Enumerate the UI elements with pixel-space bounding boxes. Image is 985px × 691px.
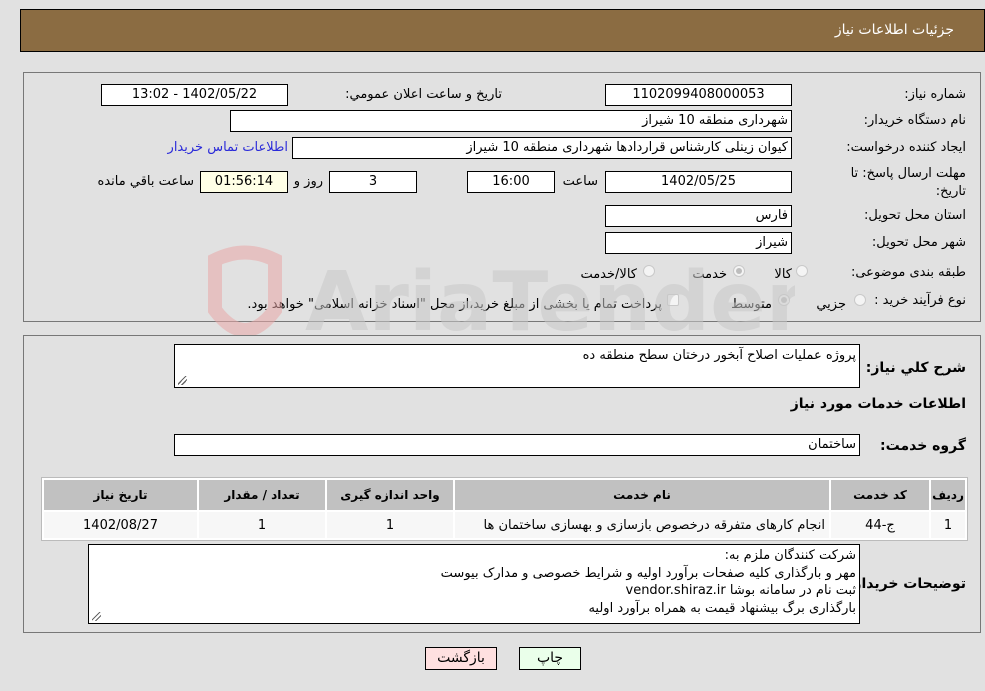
process-option-small: جزيي: [816, 297, 846, 312]
category-option-service: خدمت: [692, 267, 727, 282]
buyer-notes-label: توضيحات خريدار:: [847, 576, 966, 592]
deadline-time-label: ساعت: [562, 174, 598, 189]
treasury-note: پرداخت تمام یا بخشی از مبلغ خرید،از محل …: [247, 297, 662, 312]
cell-unit: 1: [327, 512, 453, 538]
creator-field: کیوان زینلی کارشناس قراردادها شهرداری من…: [292, 137, 792, 159]
process-option-medium: متوسط: [731, 297, 772, 312]
buyer-notes-line: شرکت کنندگان ملزم به:: [724, 548, 856, 563]
services-table-header: رديف کد خدمت نام خدمت واحد اندازه گيری ت…: [44, 480, 965, 510]
buyer-org-label: نام دستگاه خريدار:: [863, 113, 966, 128]
province-label: استان محل تحويل:: [864, 208, 966, 223]
days-field: 3: [329, 171, 417, 193]
page-header: جزئيات اطلاعات نياز: [20, 9, 985, 52]
services-section-title: اطلاعات خدمات مورد نياز: [790, 396, 966, 412]
col-qty: تعداد / مقدار: [199, 480, 325, 510]
treasury-checkbox[interactable]: [667, 294, 679, 306]
process-radio-small[interactable]: [854, 294, 866, 306]
process-radio-medium[interactable]: [778, 294, 790, 306]
cell-name: انجام کارهای متفرقه درخصوص بازسازی و بهس…: [455, 512, 829, 538]
cell-qty: 1: [199, 512, 325, 538]
buyer-notes-textarea[interactable]: شرکت کنندگان ملزم به: مهر و بارگذاری کلی…: [88, 544, 860, 624]
col-name: نام خدمت: [455, 480, 829, 510]
announce-field: 1402/05/22 - 13:02: [101, 84, 288, 106]
page-title: جزئيات اطلاعات نياز: [834, 22, 954, 38]
resize-grip-icon[interactable]: [92, 612, 101, 621]
need-number-field: 1102099408000053: [605, 84, 792, 106]
services-panel: شرح کلي نياز: پروژه عملیات اصلاح آبخور د…: [23, 335, 981, 633]
remaining-time-field: 01:56:14: [200, 171, 288, 193]
buyer-org-field: شهرداری منطقه 10 شیراز: [230, 110, 792, 132]
province-field: فارس: [605, 205, 792, 227]
general-desc-textarea[interactable]: پروژه عملیات اصلاح آبخور درختان سطح منطق…: [174, 344, 860, 388]
cell-date: 1402/08/27: [44, 512, 197, 538]
back-button[interactable]: بازگشت: [425, 647, 497, 670]
services-table: رديف کد خدمت نام خدمت واحد اندازه گيری ت…: [41, 477, 968, 541]
buyer-notes-line: بارگذاری برگ بیشنهاد قیمت به همراه برآور…: [588, 600, 856, 616]
days-label: روز و: [293, 174, 323, 189]
category-option-goods-service: کالا/خدمت: [580, 267, 637, 282]
creator-label: ايجاد کننده درخواست:: [846, 140, 966, 155]
category-option-goods: کالا: [774, 267, 792, 282]
deadline-label: مهلت ارسال پاسخ: تا تاريخ:: [850, 166, 966, 199]
deadline-time-field: 16:00: [467, 171, 555, 193]
buyer-notes-line: ثبت نام در سامانه بوشا vendor.shiraz.ir: [625, 583, 857, 598]
service-group-label: گروه خدمت:: [880, 438, 966, 454]
cell-code: ج-44: [831, 512, 929, 538]
general-desc-text: پروژه عملیات اصلاح آبخور درختان سطح منطق…: [582, 348, 856, 363]
general-desc-label: شرح کلي نياز:: [865, 360, 966, 376]
category-radio-service[interactable]: [733, 265, 745, 277]
deadline-date-field: 1402/05/25: [605, 171, 792, 193]
remaining-time-label: ساعت باقي مانده: [97, 174, 194, 189]
need-number-label: شماره نياز:: [904, 87, 966, 102]
announce-label: تاريخ و ساعت اعلان عمومي:: [345, 87, 502, 102]
resize-grip-icon[interactable]: [178, 376, 187, 385]
table-row: 1 ج-44 انجام کارهای متفرقه درخصوص بازساز…: [44, 512, 965, 538]
city-label: شهر محل تحويل:: [871, 235, 966, 250]
buyer-notes-line: مهر و بارگذاری کلیه صفحات برآورد اولیه و…: [440, 565, 856, 581]
col-row: رديف: [931, 480, 965, 510]
col-date: تاريخ نياز: [44, 480, 197, 510]
process-label: نوع فرآيند خريد :: [874, 293, 966, 308]
city-field: شیراز: [605, 232, 792, 254]
print-button[interactable]: چاپ: [519, 647, 581, 670]
category-radio-goods-service[interactable]: [643, 265, 655, 277]
cell-row: 1: [931, 512, 965, 538]
need-details-panel: شماره نياز: 1102099408000053 تاريخ و ساع…: [23, 72, 981, 322]
category-radio-goods[interactable]: [796, 265, 808, 277]
col-code: کد خدمت: [831, 480, 929, 510]
buyer-contact-link[interactable]: اطلاعات تماس خريدار: [168, 140, 288, 155]
col-unit: واحد اندازه گيری: [327, 480, 453, 510]
service-group-field: ساختمان: [174, 434, 860, 456]
category-label: طبقه بندی موضوعی:: [850, 265, 966, 280]
